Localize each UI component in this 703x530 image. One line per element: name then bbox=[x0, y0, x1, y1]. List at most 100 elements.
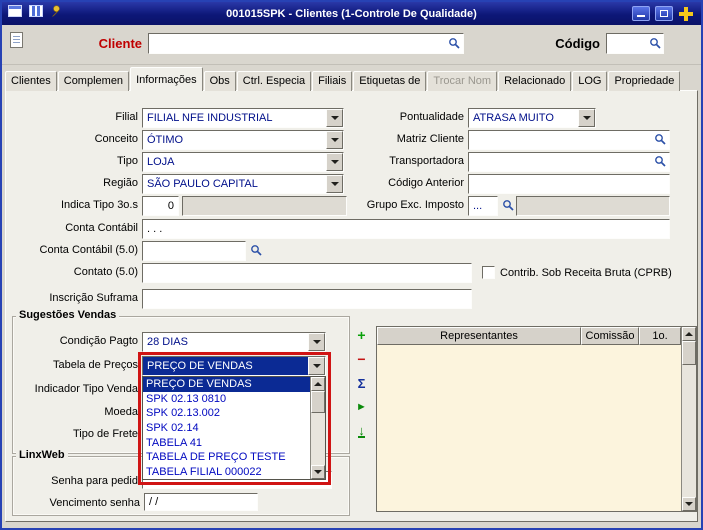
scroll-track[interactable] bbox=[682, 341, 696, 497]
tabela-precos-dropdown-list: PREÇO DE VENDAS SPK 02.13 0810 SPK 02.13… bbox=[142, 376, 326, 480]
chevron-down-icon[interactable] bbox=[308, 333, 325, 351]
contato-50-input[interactable] bbox=[142, 263, 472, 283]
scroll-track[interactable] bbox=[311, 391, 325, 465]
inscricao-suframa-input[interactable] bbox=[142, 289, 472, 309]
scroll-up-icon[interactable] bbox=[682, 327, 696, 341]
search-icon[interactable] bbox=[649, 37, 662, 50]
dropdown-scrollbar[interactable] bbox=[310, 377, 325, 479]
plus-icon[interactable] bbox=[678, 6, 694, 22]
add-row-icon[interactable]: + bbox=[352, 326, 371, 344]
scroll-down-icon[interactable] bbox=[682, 497, 696, 511]
senha-pedido-label: Senha para pedid bbox=[10, 475, 138, 489]
tab-etiquetas[interactable]: Etiquetas de bbox=[353, 71, 426, 91]
grupo-exc-imposto-label: Grupo Exc. Imposto bbox=[332, 199, 464, 213]
conta-contabil-50-input[interactable] bbox=[142, 241, 246, 261]
columns-icon[interactable] bbox=[29, 5, 43, 17]
vencimento-senha-input[interactable] bbox=[144, 493, 258, 511]
contrib-cprb-label: Contrib. Sob Receita Bruta (CPRB) bbox=[500, 267, 690, 281]
dropdown-option-3[interactable]: SPK 02.14 bbox=[143, 421, 310, 436]
conta-contabil-50-label: Conta Contábil (5.0) bbox=[10, 244, 138, 258]
sugestoes-vendas-title: Sugestões Vendas bbox=[16, 309, 119, 321]
dropdown-option-2[interactable]: SPK 02.13.002 bbox=[143, 406, 310, 421]
tipo-value: LOJA bbox=[143, 153, 326, 171]
conceito-select[interactable]: ÓTIMO bbox=[142, 130, 344, 150]
indica-tipo-input[interactable] bbox=[142, 196, 179, 216]
tab-complemento[interactable]: Complemen bbox=[58, 71, 129, 91]
tab-trocar-nome: Trocar Nom bbox=[427, 71, 497, 91]
maximize-button[interactable] bbox=[655, 6, 673, 21]
search-icon[interactable] bbox=[250, 244, 263, 257]
delete-row-icon[interactable]: − bbox=[352, 350, 371, 368]
conceito-label: Conceito bbox=[10, 133, 138, 147]
tab-propriedades[interactable]: Propriedade bbox=[608, 71, 680, 91]
search-icon[interactable] bbox=[448, 37, 461, 50]
pontualidade-label: Pontualidade bbox=[332, 111, 464, 125]
record-sheet-icon[interactable] bbox=[10, 32, 23, 48]
record-toolbar: Cliente Código bbox=[2, 25, 701, 65]
app-window: 001015SPK - Clientes (1-Controle De Qual… bbox=[0, 0, 703, 530]
download-arrow: ↓ bbox=[358, 425, 365, 438]
tab-bar: Clientes Complemen Informações Obs Ctrl.… bbox=[5, 67, 681, 91]
scroll-thumb[interactable] bbox=[682, 341, 696, 365]
pontualidade-select[interactable]: ATRASA MUITO bbox=[468, 108, 596, 128]
app-window-icon[interactable] bbox=[8, 5, 22, 17]
regiao-select[interactable]: SÃO PAULO CAPITAL bbox=[142, 174, 344, 194]
scroll-up-icon[interactable] bbox=[311, 377, 325, 391]
title-bar: 001015SPK - Clientes (1-Controle De Qual… bbox=[2, 2, 701, 25]
grid-scrollbar[interactable] bbox=[681, 327, 696, 511]
codigo-anterior-input[interactable] bbox=[468, 174, 670, 194]
tab-filiais[interactable]: Filiais bbox=[312, 71, 352, 91]
search-icon[interactable] bbox=[654, 133, 667, 146]
download-icon[interactable]: ↓ bbox=[352, 422, 371, 440]
minimize-button[interactable] bbox=[632, 6, 650, 21]
dropdown-option-0[interactable]: PREÇO DE VENDAS bbox=[143, 377, 310, 392]
grid-header-comissao: Comissão bbox=[581, 327, 639, 345]
tabela-precos-label: Tabela de Preços bbox=[10, 359, 138, 373]
moeda-label: Moeda bbox=[10, 406, 138, 420]
tabela-precos-value: PREÇO DE VENDAS bbox=[143, 357, 308, 375]
search-icon[interactable] bbox=[502, 199, 515, 212]
grid-header-row: Representantes Comissão 1o. bbox=[377, 327, 681, 345]
matriz-cliente-label: Matriz Cliente bbox=[332, 133, 464, 147]
dropdown-option-4[interactable]: TABELA 41 bbox=[143, 435, 310, 450]
grid-body[interactable] bbox=[377, 345, 681, 511]
regiao-value: SÃO PAULO CAPITAL bbox=[143, 175, 326, 193]
tab-clientes[interactable]: Clientes bbox=[5, 71, 57, 91]
tab-obs[interactable]: Obs bbox=[204, 71, 236, 91]
condicao-pagto-select[interactable]: 28 DIAS bbox=[142, 332, 326, 352]
tipo-label: Tipo bbox=[10, 155, 138, 169]
sum-icon[interactable]: Σ bbox=[352, 374, 371, 392]
grupo-exc-imposto-input[interactable] bbox=[468, 196, 498, 216]
linxweb-title: LinxWeb bbox=[16, 449, 68, 461]
transportadora-input[interactable] bbox=[468, 152, 670, 172]
dropdown-option-6[interactable]: TABELA FILIAL 000022 bbox=[143, 464, 310, 479]
export-icon[interactable]: ► bbox=[352, 398, 371, 416]
cliente-input[interactable] bbox=[148, 33, 464, 54]
conta-contabil-label: Conta Contábil bbox=[10, 222, 138, 236]
tab-relacionado[interactable]: Relacionado bbox=[498, 71, 571, 91]
conta-contabil-input[interactable] bbox=[142, 219, 670, 239]
cliente-label: Cliente bbox=[60, 36, 142, 51]
scroll-thumb[interactable] bbox=[311, 391, 325, 413]
search-icon[interactable] bbox=[654, 155, 667, 168]
tab-ctrl-especial[interactable]: Ctrl. Especia bbox=[237, 71, 311, 91]
grid-header-representantes: Representantes bbox=[377, 327, 581, 345]
tabela-precos-select[interactable]: PREÇO DE VENDAS bbox=[142, 356, 326, 376]
scroll-down-icon[interactable] bbox=[311, 465, 325, 479]
tab-log[interactable]: LOG bbox=[572, 71, 607, 91]
contrib-cprb-checkbox[interactable] bbox=[482, 266, 495, 279]
tab-informacoes[interactable]: Informações bbox=[130, 67, 203, 91]
chevron-down-icon[interactable] bbox=[308, 357, 325, 375]
contato-50-label: Contato (5.0) bbox=[10, 266, 138, 280]
filial-label: Filial bbox=[10, 111, 138, 125]
indica-tipo-label: Indica Tipo 3o.s bbox=[10, 199, 138, 213]
filial-select[interactable]: FILIAL NFE INDUSTRIAL bbox=[142, 108, 344, 128]
representantes-toolbar: + − Σ ► ↓ bbox=[352, 326, 371, 440]
chevron-down-icon[interactable] bbox=[578, 109, 595, 127]
matriz-cliente-input[interactable] bbox=[468, 130, 670, 150]
wrench-icon[interactable] bbox=[50, 5, 64, 22]
codigo-anterior-label: Código Anterior bbox=[332, 177, 464, 191]
tipo-select[interactable]: LOJA bbox=[142, 152, 344, 172]
dropdown-option-5[interactable]: TABELA DE PREÇO TESTE bbox=[143, 450, 310, 465]
dropdown-option-1[interactable]: SPK 02.13 0810 bbox=[143, 392, 310, 407]
